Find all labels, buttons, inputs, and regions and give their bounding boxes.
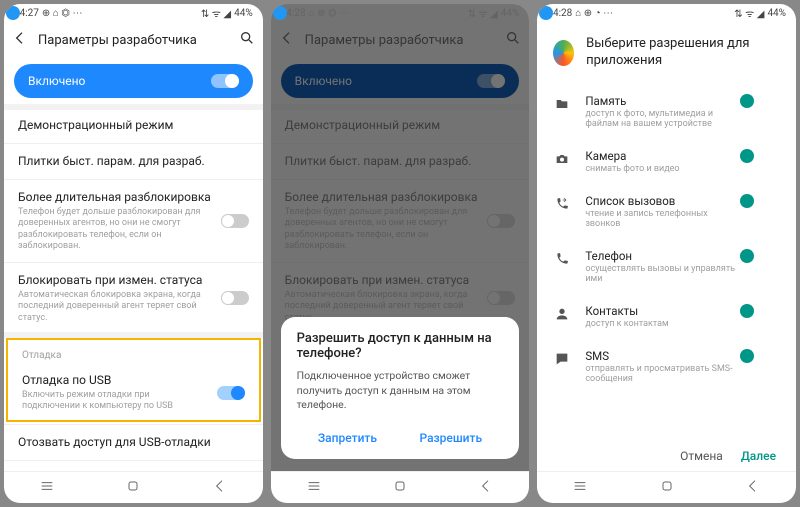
row-block-on-status[interactable]: Блокировать при измен. статуса Автоматич…: [4, 265, 263, 332]
permission-row-camera[interactable]: Камераснимать фото и видео: [537, 139, 796, 184]
phone-2-allow-access-dialog: 14:28 ⌂ ⊕ ⏣ ⋯ ⇅ ᯤ ◢ 44% Параметры разраб…: [271, 4, 530, 503]
status-left-icons: ⌂ ⊕ ◔ ⋯: [575, 8, 613, 19]
marker-dot: [6, 6, 20, 20]
nav-recents-icon[interactable]: [39, 478, 55, 497]
nav-home-icon[interactable]: [392, 478, 408, 497]
cancel-button[interactable]: Отмена: [680, 449, 723, 463]
toggle-block-status[interactable]: [221, 291, 249, 305]
permission-row-sms[interactable]: SMSотправлять и просматривать SMS-сообще…: [537, 339, 796, 394]
permission-row-contacts[interactable]: Контактыдоступ к контактам: [537, 294, 796, 339]
permission-row-storage[interactable]: Памятьдоступ к фото, мультимедиа и файла…: [537, 84, 796, 139]
permissions-title: Выберите разрешения для приложения: [586, 36, 780, 70]
next-button[interactable]: Далее: [741, 449, 776, 463]
toggle-usb-debugging[interactable]: .highlight .toggle.on::after{background:…: [217, 386, 245, 400]
storage-icon: [553, 94, 571, 112]
nav-bar: [4, 471, 263, 503]
deny-button[interactable]: Запретить: [314, 425, 381, 451]
permission-title: Список вызовов: [585, 194, 740, 208]
marker-dot: [273, 6, 287, 20]
status-battery: 44%: [234, 8, 253, 19]
calls-icon: [553, 194, 571, 212]
permission-row-calls[interactable]: Список вызововчтение и запись телефонных…: [537, 184, 796, 239]
row-bug-report[interactable]: Отчет об ошибке Показывать в меню кнопки…: [4, 463, 263, 471]
sms-icon: [553, 349, 571, 367]
status-battery: 44%: [767, 8, 786, 19]
permission-subtitle: снимать фото и видео: [585, 164, 740, 174]
permission-subtitle: осуществлять вызовы и управлять ими: [585, 264, 740, 284]
status-bar: 14:27 ⊕ ⌂ ⏣ ⋯ ⇅ ᯤ ◢ 44%: [4, 4, 263, 22]
allow-access-dialog: Разрешить доступ к данным на телефоне? П…: [281, 317, 520, 459]
permission-title: Память: [585, 94, 740, 108]
camera-icon: [553, 149, 571, 167]
contacts-icon: [553, 304, 571, 322]
status-bar: 14:28 ⌂ ⊕ ◔ ⋯ ⇅ ᯤ ◢ 44%: [537, 4, 796, 22]
highlight-box: Отладка Отладка по USB Включить режим от…: [6, 338, 261, 423]
permission-subtitle: доступ к фото, мультимедиа и файлам на в…: [585, 109, 740, 129]
nav-bar: [271, 471, 530, 503]
permission-subtitle: чтение и запись телефонных звонков: [585, 209, 740, 229]
nav-bar: [537, 471, 796, 503]
allow-button[interactable]: Разрешить: [415, 425, 486, 451]
status-right-icons: ⇅ ᯤ ◢: [201, 6, 231, 20]
permission-title: Телефон: [585, 249, 740, 263]
nav-back-icon[interactable]: [478, 478, 494, 497]
permission-row-phone[interactable]: Телефоносуществлять вызовы и управлять и…: [537, 239, 796, 294]
nav-home-icon[interactable]: [125, 478, 141, 497]
phone-3-app-permissions: 14:28 ⌂ ⊕ ◔ ⋯ ⇅ ᯤ ◢ 44% Выберите разреше…: [537, 4, 796, 503]
status-left-icons: ⊕ ⌂ ⏣ ⋯: [42, 8, 83, 19]
row-revoke-usb[interactable]: Отозвать доступ для USB-отладки: [4, 427, 263, 458]
section-debugging: Отладка: [8, 340, 259, 365]
permission-subtitle: отправлять и просматривать SMS-сообщения: [585, 364, 740, 384]
back-icon[interactable]: [12, 30, 28, 50]
phone-icon: [553, 249, 571, 267]
app-header: Параметры разработчика: [4, 22, 263, 58]
row-usb-debugging[interactable]: Отладка по USB Включить режим отладки пр…: [8, 365, 259, 421]
toggle-longer-unlock[interactable]: [221, 214, 249, 228]
dialog-body: Подключенное устройство сможет получить …: [297, 369, 504, 413]
row-longer-unlock[interactable]: Более длительная разблокировка Телефон б…: [4, 182, 263, 260]
nav-back-icon[interactable]: [212, 478, 228, 497]
master-toggle-switch[interactable]: [211, 74, 239, 88]
permission-subtitle: доступ к контактам: [585, 319, 740, 329]
permission-title: Камера: [585, 149, 740, 163]
master-toggle-label: Включено: [28, 74, 85, 88]
row-demo-mode[interactable]: Демонстрационный режим: [4, 110, 263, 141]
nav-recents-icon[interactable]: [306, 478, 322, 497]
nav-back-icon[interactable]: [745, 478, 761, 497]
status-right-icons: ⇅ ᯤ ◢: [734, 6, 764, 20]
nav-home-icon[interactable]: [659, 478, 675, 497]
app-logo-icon: [553, 40, 574, 66]
permission-title: Контакты: [585, 304, 740, 318]
row-quick-tiles[interactable]: Плитки быст. парам. для разраб.: [4, 146, 263, 177]
dialog-title: Разрешить доступ к данным на телефоне?: [297, 331, 504, 361]
nav-recents-icon[interactable]: [572, 478, 588, 497]
phone-1-developer-options: 14:27 ⊕ ⌂ ⏣ ⋯ ⇅ ᯤ ◢ 44% Параметры разраб…: [4, 4, 263, 503]
search-icon[interactable]: [239, 30, 255, 50]
page-title: Параметры разработчика: [38, 33, 229, 48]
permission-title: SMS: [585, 349, 740, 363]
permissions-header: Выберите разрешения для приложения: [537, 22, 796, 84]
master-toggle-pill[interactable]: Включено: [14, 64, 253, 98]
footer-actions: Отмена Далее: [537, 441, 796, 471]
